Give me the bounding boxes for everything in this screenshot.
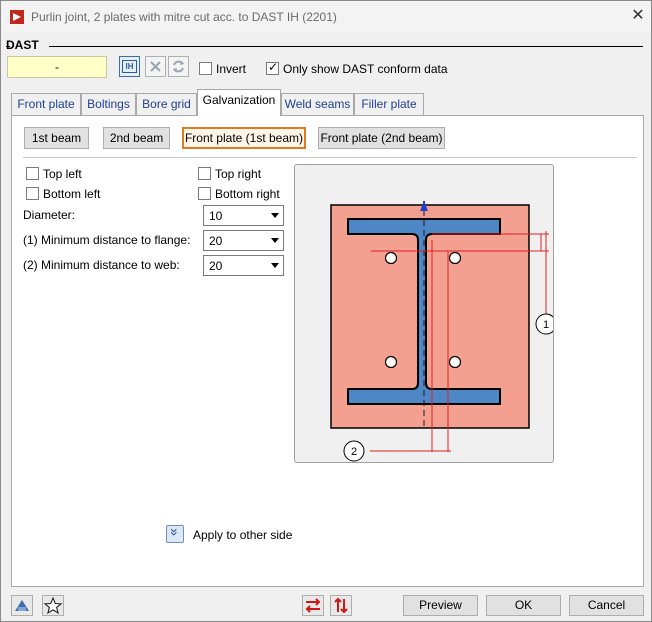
help-button[interactable] bbox=[11, 595, 33, 616]
tab-bore-grid[interactable]: Bore grid bbox=[136, 93, 197, 115]
separator bbox=[23, 157, 637, 158]
diameter-label: Diameter: bbox=[23, 208, 76, 222]
cancel-button[interactable]: Cancel bbox=[569, 595, 644, 616]
group-line bbox=[49, 46, 643, 47]
apply-other-side-label: Apply to other side bbox=[193, 528, 293, 542]
chevron-down-icon bbox=[271, 238, 279, 243]
tab-weld-seams[interactable]: Weld seams bbox=[281, 93, 354, 115]
bottom-left-checkbox[interactable] bbox=[26, 187, 39, 200]
delete-icon bbox=[150, 61, 161, 72]
refresh-button[interactable] bbox=[168, 56, 189, 77]
chevron-down-icon bbox=[271, 213, 279, 218]
bottom-left-label: Bottom left bbox=[43, 187, 101, 201]
min-web-value: 20 bbox=[209, 259, 223, 273]
window-title: Purlin joint, 2 plates with mitre cut ac… bbox=[31, 10, 337, 24]
mirror-horizontal-button[interactable] bbox=[302, 595, 324, 616]
invert-checkbox[interactable] bbox=[199, 62, 212, 75]
top-right-label: Top right bbox=[215, 167, 262, 181]
min-web-select[interactable]: 20 bbox=[203, 255, 284, 276]
close-icon[interactable]: ✕ bbox=[629, 7, 647, 25]
tab-galvanization[interactable]: Galvanization bbox=[197, 89, 281, 116]
ok-button[interactable]: OK bbox=[486, 595, 561, 616]
min-flange-select[interactable]: 20 bbox=[203, 230, 284, 251]
preview-button[interactable]: Preview bbox=[403, 595, 478, 616]
dimension-label-2: 2 bbox=[351, 446, 357, 458]
star-icon bbox=[43, 596, 63, 615]
apply-other-side-button[interactable] bbox=[166, 525, 184, 543]
tab-boltings[interactable]: Boltings bbox=[81, 93, 136, 115]
dialog-window: Purlin joint, 2 plates with mitre cut ac… bbox=[0, 0, 652, 622]
ih-button[interactable]: IH bbox=[119, 56, 140, 77]
top-left-label: Top left bbox=[43, 167, 82, 181]
front-plate-first-beam-button[interactable]: Front plate (1st beam) bbox=[182, 127, 306, 149]
top-right-checkbox[interactable] bbox=[198, 167, 211, 180]
front-plate-second-beam-button[interactable]: Front plate (2nd beam) bbox=[318, 127, 445, 149]
min-flange-value: 20 bbox=[209, 234, 223, 248]
help-icon bbox=[15, 600, 29, 611]
front-plate-diagram: 1 2 bbox=[330, 201, 557, 462]
app-icon bbox=[10, 10, 24, 24]
diameter-value: 10 bbox=[209, 209, 223, 223]
bolt-hole bbox=[448, 251, 462, 265]
tab-filler-plate[interactable]: Filler plate bbox=[354, 93, 424, 115]
diameter-select[interactable]: 10 bbox=[203, 205, 284, 226]
conform-label: Only show DAST conform data bbox=[283, 62, 448, 76]
title-bar: Purlin joint, 2 plates with mitre cut ac… bbox=[1, 1, 651, 33]
bolt-hole bbox=[384, 355, 398, 369]
invert-label: Invert bbox=[216, 62, 247, 76]
bottom-right-label: Bottom right bbox=[215, 187, 280, 201]
dast-field[interactable]: - bbox=[7, 56, 107, 78]
second-beam-button[interactable]: 2nd beam bbox=[103, 127, 170, 149]
delete-button[interactable] bbox=[145, 56, 166, 77]
ih-icon: IH bbox=[122, 60, 137, 73]
tab-front-plate[interactable]: Front plate bbox=[11, 93, 81, 115]
bolt-hole bbox=[448, 355, 462, 369]
refresh-icon bbox=[173, 60, 184, 73]
dast-group-label: DAST bbox=[6, 38, 39, 52]
first-beam-button[interactable]: 1st beam bbox=[24, 127, 89, 149]
preview-frame: 1 2 bbox=[294, 164, 557, 463]
chevron-down-icon bbox=[271, 263, 279, 268]
dimension-label-1: 1 bbox=[543, 319, 549, 331]
favorite-button[interactable] bbox=[42, 595, 64, 616]
min-flange-label: (1) Minimum distance to flange: bbox=[23, 233, 191, 247]
top-left-checkbox[interactable] bbox=[26, 167, 39, 180]
swap-vertical-icon bbox=[334, 597, 348, 614]
conform-checkbox[interactable] bbox=[266, 60, 279, 75]
mirror-vertical-button[interactable] bbox=[330, 595, 352, 616]
bolt-hole bbox=[384, 251, 398, 265]
swap-horizontal-icon bbox=[305, 598, 321, 613]
min-web-label: (2) Minimum distance to web: bbox=[23, 258, 180, 272]
bottom-right-checkbox[interactable] bbox=[198, 187, 211, 200]
